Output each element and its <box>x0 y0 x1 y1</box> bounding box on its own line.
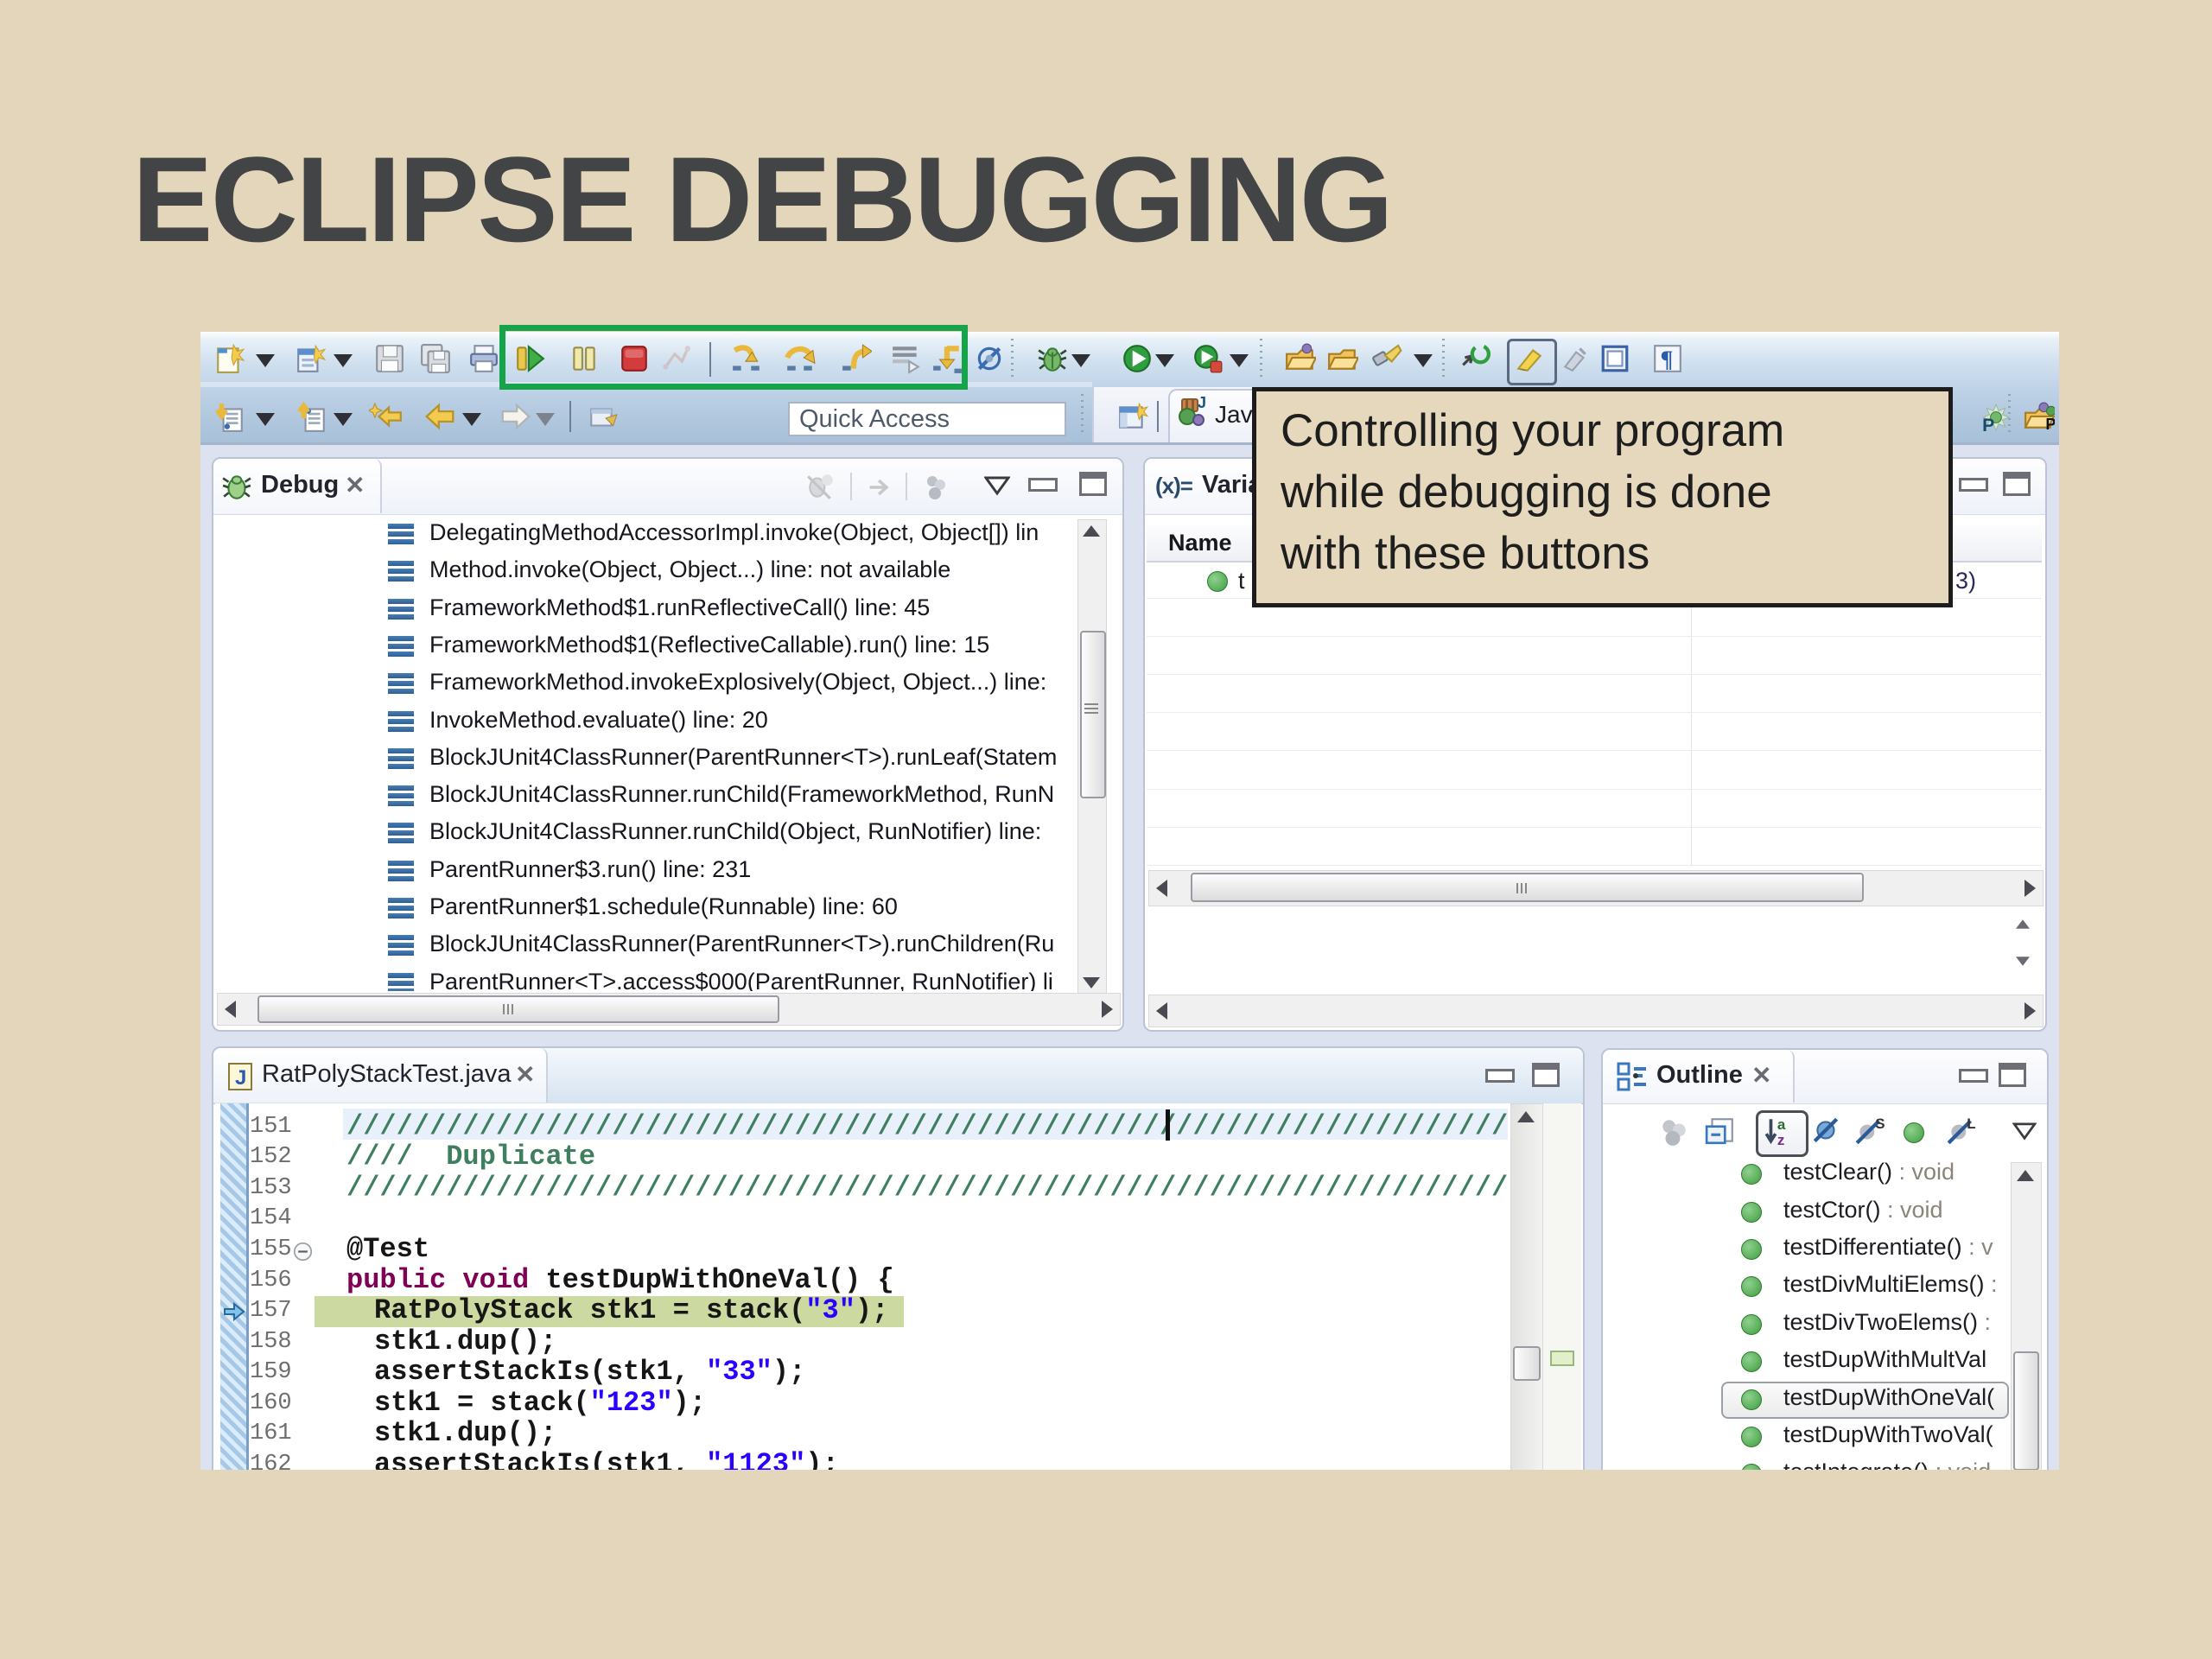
svg-text:P: P <box>1982 416 1994 433</box>
svg-text:¶: ¶ <box>1661 346 1674 372</box>
svg-text:P: P <box>2045 416 2055 433</box>
svg-text:J: J <box>235 1066 246 1090</box>
svg-text:J: J <box>1198 396 1206 411</box>
